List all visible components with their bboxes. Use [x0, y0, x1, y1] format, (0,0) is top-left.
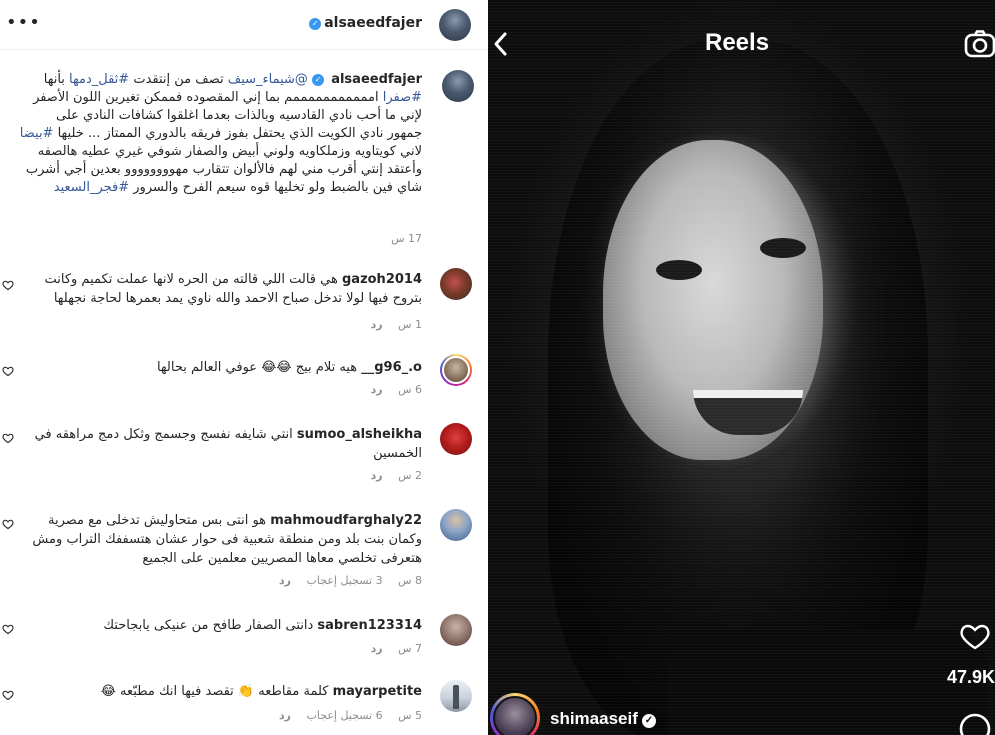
comment-username[interactable]: g96_.o__ [361, 360, 422, 375]
heart-icon[interactable] [2, 518, 14, 530]
like-count: 47.9K [947, 667, 995, 688]
caption-time: 17 س [391, 232, 422, 245]
comment-avatar[interactable] [440, 354, 472, 386]
caption-hashtag-2[interactable]: #صفرا [383, 90, 422, 105]
reply-button[interactable]: رد [371, 383, 383, 396]
comments-pane: ••• ✓ alsaeedfajer alsaeedfajer ✓ @شيماء_… [0, 0, 488, 735]
caption-mention[interactable]: @شيماء_سيف [228, 72, 308, 87]
comment-text: g96_.o__ هيه تلام بيج 😂😂 عوفي العالم بحا… [32, 358, 422, 377]
heart-icon[interactable] [2, 689, 14, 701]
caption-text-2: بأنها [43, 72, 65, 87]
caption-hashtag-3[interactable]: #بيضا [20, 126, 54, 141]
comment-body: دانتى الصفار طافح من عنيكى يابجاحتك [103, 618, 314, 633]
comment-icon[interactable] [958, 712, 992, 735]
reply-button[interactable]: رد [279, 574, 291, 587]
comment-avatar[interactable] [440, 680, 472, 712]
heart-icon[interactable] [2, 365, 14, 377]
comment-body: هيه تلام بيج 😂😂 عوفي العالم بحالها [156, 360, 358, 375]
reels-title: Reels [705, 29, 770, 56]
heart-icon[interactable] [2, 623, 14, 635]
comment-meta: 1 س رد [359, 318, 422, 331]
comment-avatar[interactable] [440, 423, 472, 455]
caption-username[interactable]: alsaeedfajer [331, 72, 422, 87]
comment-text: gazoh2014 هي قالت اللي قالته من الحره لا… [32, 270, 422, 308]
like-count-suffix: K [982, 667, 995, 687]
reply-button[interactable]: رد [371, 642, 383, 655]
comment-time: 1 س [398, 318, 422, 331]
comment-meta: 5 س 6 تسجيل إعجاب رد [267, 709, 422, 722]
reel-author-username[interactable]: shimaaseif [550, 709, 638, 728]
caption-text: alsaeedfajer ✓ @شيماء_سيف تصف من إنتقدت … [18, 71, 422, 197]
heart-icon[interactable] [958, 620, 992, 652]
caption-hashtag-4[interactable]: #فجر_السعيد [54, 180, 129, 195]
header-username-text: alsaeedfajer [324, 15, 422, 31]
header-username[interactable]: ✓ alsaeedfajer [309, 15, 422, 31]
reel-author[interactable]: shimaaseif ✓ [550, 709, 656, 729]
verified-icon: ✓ [309, 18, 322, 30]
comment-text: sabren123314 دانتى الصفار طافح من عنيكى … [32, 616, 422, 635]
reel-author-avatar[interactable] [490, 693, 540, 735]
comment-username[interactable]: gazoh2014 [342, 272, 422, 287]
caption-avatar[interactable] [442, 70, 474, 102]
comment-time: 6 س [398, 383, 422, 396]
heart-icon[interactable] [2, 279, 14, 291]
like-count-value: 47.9 [947, 667, 983, 687]
comment-username[interactable]: sabren123314 [317, 618, 422, 633]
comment-body: كلمة مقاطعه 👏 تقصد فيها انك مطبّعه 😂 [100, 684, 329, 699]
comment-avatar[interactable] [440, 268, 472, 300]
chevron-left-icon[interactable] [492, 31, 508, 57]
comment-meta: 2 س رد [359, 469, 422, 482]
post-header: ••• ✓ alsaeedfajer [0, 0, 488, 50]
comment-meta: 7 س رد [359, 642, 422, 655]
comment-likes[interactable]: 3 تسجيل إعجاب [307, 574, 383, 587]
reel-scanlines [488, 0, 995, 735]
camera-icon[interactable] [964, 30, 995, 58]
comment-username[interactable]: sumoo_alsheikha [297, 427, 422, 442]
header-avatar[interactable] [439, 9, 471, 41]
caption-text-1: تصف من إنتقدت [133, 72, 224, 87]
heart-icon[interactable] [2, 432, 14, 444]
comment-avatar[interactable] [440, 614, 472, 646]
comment-time: 5 س [398, 709, 422, 722]
comment-avatar[interactable] [440, 509, 472, 541]
reply-button[interactable]: رد [371, 318, 383, 331]
verified-icon: ✓ [312, 74, 325, 86]
comment-username[interactable]: mahmoudfarghaly22 [270, 513, 422, 528]
verified-icon: ✓ [641, 714, 656, 728]
reply-button[interactable]: رد [371, 469, 383, 482]
comment-text: mahmoudfarghaly22 هو انتى بس متحاوليش تد… [22, 511, 422, 568]
comment-text: sumoo_alsheikha انتي شايفه نفسج وجسمج وث… [32, 425, 422, 463]
comment-time: 8 س [398, 574, 422, 587]
reel-player[interactable]: Reels 47.9K shimaaseif ✓ [488, 0, 995, 735]
comment-time: 2 س [398, 469, 422, 482]
reply-button[interactable]: رد [279, 709, 291, 722]
comment-likes[interactable]: 6 تسجيل إعجاب [307, 709, 383, 722]
comment-username[interactable]: mayarpetite [333, 684, 422, 699]
caption-hashtag-1[interactable]: #ثقل_دمها [69, 72, 129, 87]
comment-text: mayarpetite كلمة مقاطعه 👏 تقصد فيها انك … [32, 682, 422, 701]
caption-text-3: امممممممممممم بما إني المقصوده فممكن تغي… [33, 90, 422, 141]
more-options-icon[interactable]: ••• [6, 12, 41, 33]
comment-meta: 6 س رد [359, 383, 422, 396]
comment-meta: 8 س 3 تسجيل إعجاب رد [267, 574, 422, 587]
comment-time: 7 س [398, 642, 422, 655]
